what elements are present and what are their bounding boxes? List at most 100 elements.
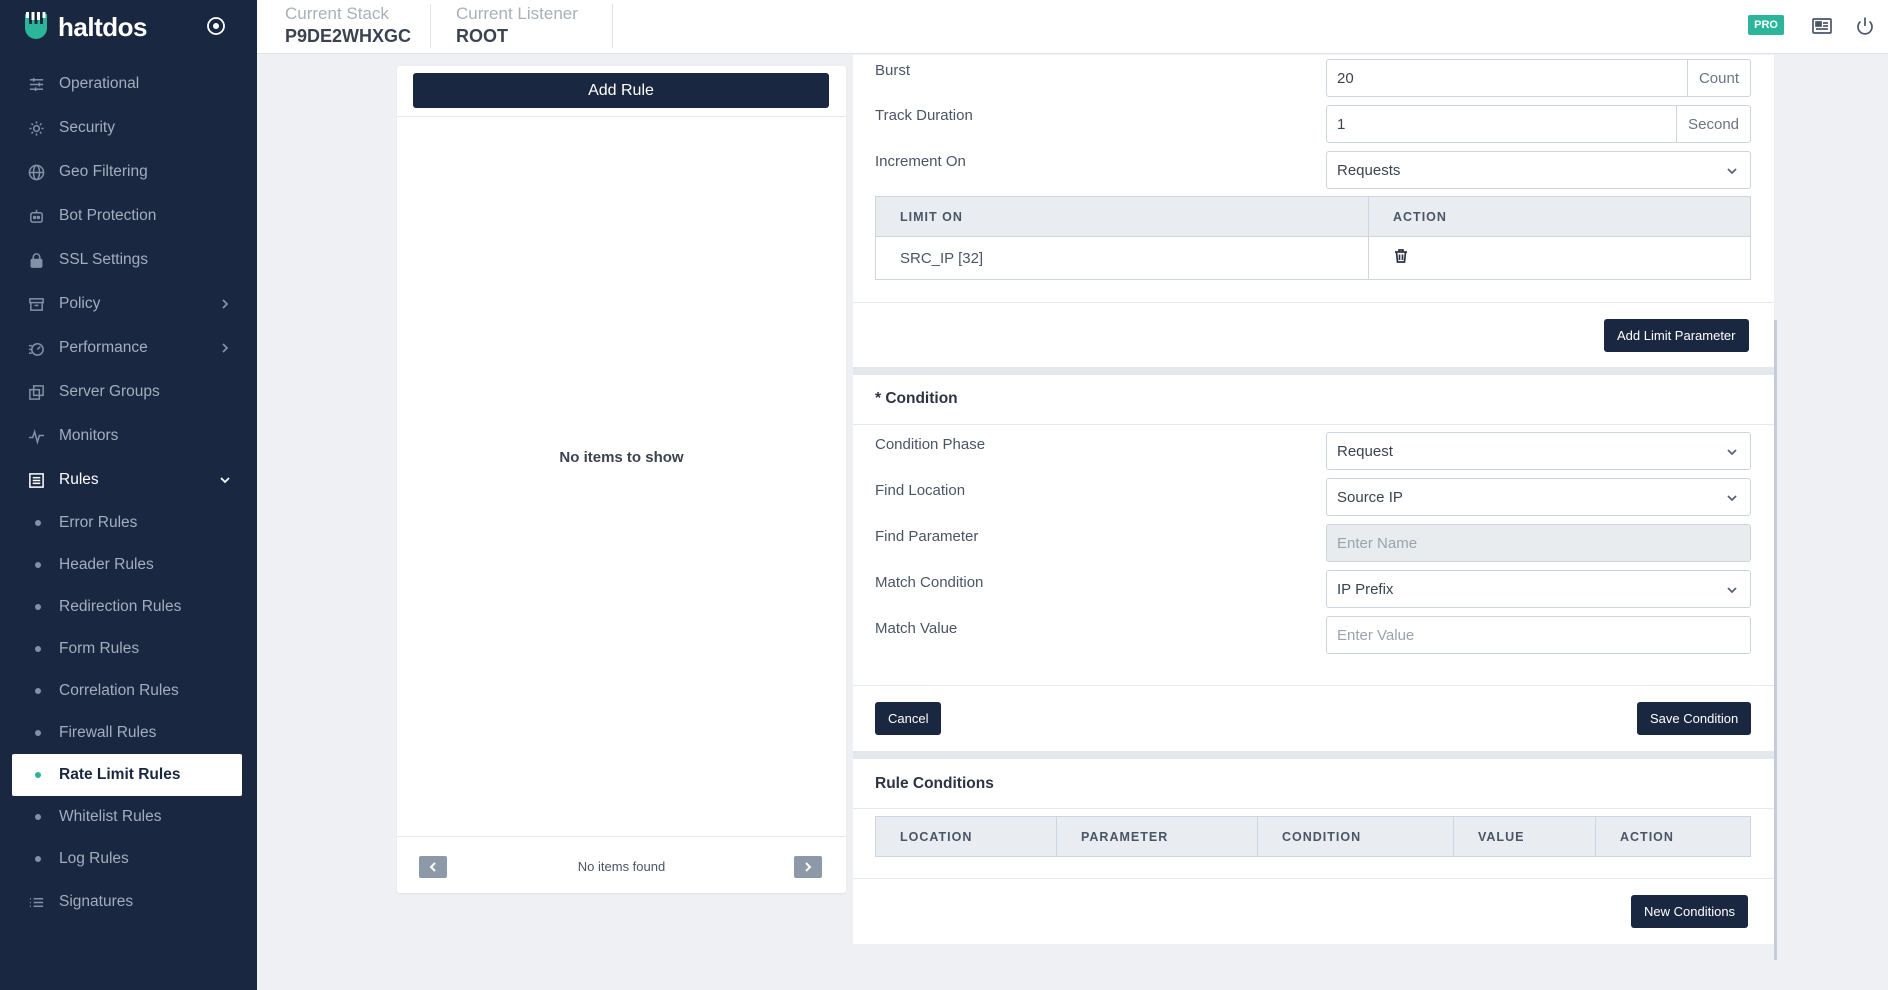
sidebar-subitem-label: Error Rules <box>59 514 138 531</box>
haltdos-logo-icon[interactable] <box>22 12 50 42</box>
column-header: LIMIT ON <box>875 196 1369 237</box>
target-icon[interactable] <box>206 16 226 36</box>
sidebar-subitem-rate-limit-rules[interactable]: Rate Limit Rules <box>12 754 242 796</box>
find-parameter-label: Find Parameter <box>875 528 979 545</box>
scrollbar[interactable] <box>1774 320 1777 960</box>
rule-conditions-title: Rule Conditions <box>875 775 994 792</box>
match-value-placeholder: Enter Value <box>1337 626 1415 644</box>
bot-icon <box>27 207 45 225</box>
bullet-icon <box>35 562 41 568</box>
burst-input[interactable]: 20 Count <box>1326 59 1751 97</box>
divider <box>397 836 846 837</box>
sliders-icon <box>27 75 45 93</box>
sidebar: haltdos Operational Security Geo Filteri… <box>0 0 257 990</box>
new-conditions-button[interactable]: New Conditions <box>1631 895 1749 928</box>
add-rule-button[interactable]: Add Rule <box>413 73 829 108</box>
increment-on-label: Increment On <box>875 153 966 170</box>
find-parameter-placeholder: Enter Name <box>1337 534 1418 552</box>
bullet-icon <box>35 856 41 862</box>
divider <box>612 4 613 48</box>
sidebar-item-operational[interactable]: Operational <box>0 62 257 106</box>
find-location-select[interactable]: Source IP <box>1326 478 1751 516</box>
sidebar-item-performance[interactable]: Performance <box>0 326 257 370</box>
bullet-icon <box>35 772 41 778</box>
sidebar-item-policy[interactable]: Policy <box>0 282 257 326</box>
bullet-icon <box>35 730 41 736</box>
sidebar-item-label: SSL Settings <box>59 251 149 268</box>
bullet-icon <box>35 604 41 610</box>
chevron-right-icon <box>805 862 812 872</box>
match-condition-select[interactable]: IP Prefix <box>1326 570 1751 608</box>
lock-icon <box>27 251 45 269</box>
sidebar-item-bot-protection[interactable]: Bot Protection <box>0 194 257 238</box>
limit-on-cell: SRC_IP [32] <box>875 236 1369 280</box>
trash-icon[interactable] <box>1393 249 1409 268</box>
add-limit-parameter-button[interactable]: Add Limit Parameter <box>1604 319 1749 352</box>
sidebar-subitem-form-rules[interactable]: Form Rules <box>0 628 257 670</box>
copy-icon <box>27 383 45 401</box>
sidebar-subitem-header-rules[interactable]: Header Rules <box>0 544 257 586</box>
sidebar-subitem-label: Whitelist Rules <box>59 808 162 825</box>
sidebar-subitem-whitelist-rules[interactable]: Whitelist Rules <box>0 796 257 838</box>
column-header: ACTION <box>1368 196 1751 237</box>
archive-icon <box>27 295 45 313</box>
column-header: ACTION <box>1595 816 1751 857</box>
rule-conditions-table: LOCATION PARAMETER CONDITION VALUE ACTIO… <box>875 816 1751 857</box>
pagination-text: No items found <box>577 859 666 874</box>
sidebar-subitem-firewall-rules[interactable]: Firewall Rules <box>0 712 257 754</box>
burst-label: Burst <box>875 62 911 79</box>
empty-state-text: No items to show <box>559 449 684 466</box>
sidebar-item-geo-filtering[interactable]: Geo Filtering <box>0 150 257 194</box>
chevron-down-icon <box>1726 445 1738 457</box>
current-stack[interactable]: Current Stack P9DE2WHXGC <box>285 4 411 47</box>
track-duration-label: Track Duration <box>875 107 973 124</box>
bullet-icon <box>35 520 41 526</box>
condition-title: * Condition <box>875 390 958 407</box>
cancel-button[interactable]: Cancel <box>875 702 942 735</box>
table-row: SRC_IP [32] <box>875 236 1751 280</box>
sidebar-item-monitors[interactable]: Monitors <box>0 414 257 458</box>
sidebar-nav: Operational Security Geo Filtering Bot P… <box>0 62 257 924</box>
power-icon[interactable] <box>1854 15 1876 37</box>
condition-phase-select[interactable]: Request <box>1326 432 1751 470</box>
rules-list-panel: Add Rule No items to show No items found <box>397 66 846 893</box>
match-condition-value: IP Prefix <box>1337 580 1394 598</box>
sidebar-subitem-label: Form Rules <box>59 640 140 657</box>
find-location-label: Find Location <box>875 482 966 499</box>
sidebar-subitem-log-rules[interactable]: Log Rules <box>0 838 257 880</box>
sidebar-item-signatures[interactable]: Signatures <box>0 880 257 924</box>
sidebar-subitem-error-rules[interactable]: Error Rules <box>0 502 257 544</box>
sidebar-subitem-label: Redirection Rules <box>59 598 182 615</box>
sidebar-item-label: Rules <box>59 471 99 488</box>
sidebar-item-ssl-settings[interactable]: SSL Settings <box>0 238 257 282</box>
chevron-down-icon <box>219 473 231 485</box>
save-condition-button[interactable]: Save Condition <box>1637 702 1752 735</box>
sidebar-subitem-label: Header Rules <box>59 556 154 573</box>
increment-on-select[interactable]: Requests <box>1326 151 1751 189</box>
current-listener-label: Current Listener <box>456 4 578 23</box>
find-parameter-input[interactable]: Enter Name <box>1326 524 1751 562</box>
sidebar-subitem-redirection-rules[interactable]: Redirection Rules <box>0 586 257 628</box>
find-location-value: Source IP <box>1337 488 1403 506</box>
column-header: LOCATION <box>875 816 1057 857</box>
sidebar-item-security[interactable]: Security <box>0 106 257 150</box>
sidebar-item-label: Security <box>59 119 115 136</box>
condition-card: * Condition Condition Phase Request Find… <box>853 375 1774 751</box>
match-value-input[interactable]: Enter Value <box>1326 616 1751 654</box>
chevron-right-icon <box>219 341 231 353</box>
match-value-label: Match Value <box>875 620 958 637</box>
current-listener[interactable]: Current Listener ROOT <box>456 4 578 47</box>
sidebar-item-label: Operational <box>59 75 140 92</box>
news-icon[interactable] <box>1811 15 1833 37</box>
bullet-icon <box>35 814 41 820</box>
current-stack-value: P9DE2WHXGC <box>285 26 412 46</box>
track-duration-input[interactable]: 1 Second <box>1326 105 1751 143</box>
sidebar-subitem-label: Rate Limit Rules <box>59 766 181 783</box>
divider <box>853 302 1774 303</box>
current-listener-value: ROOT <box>456 26 508 46</box>
sidebar-item-rules[interactable]: Rules <box>0 458 257 502</box>
sidebar-item-server-groups[interactable]: Server Groups <box>0 370 257 414</box>
next-page-button[interactable] <box>794 856 822 878</box>
limit-on-table: LIMIT ON ACTION SRC_IP [32] <box>875 196 1751 280</box>
sidebar-subitem-correlation-rules[interactable]: Correlation Rules <box>0 670 257 712</box>
